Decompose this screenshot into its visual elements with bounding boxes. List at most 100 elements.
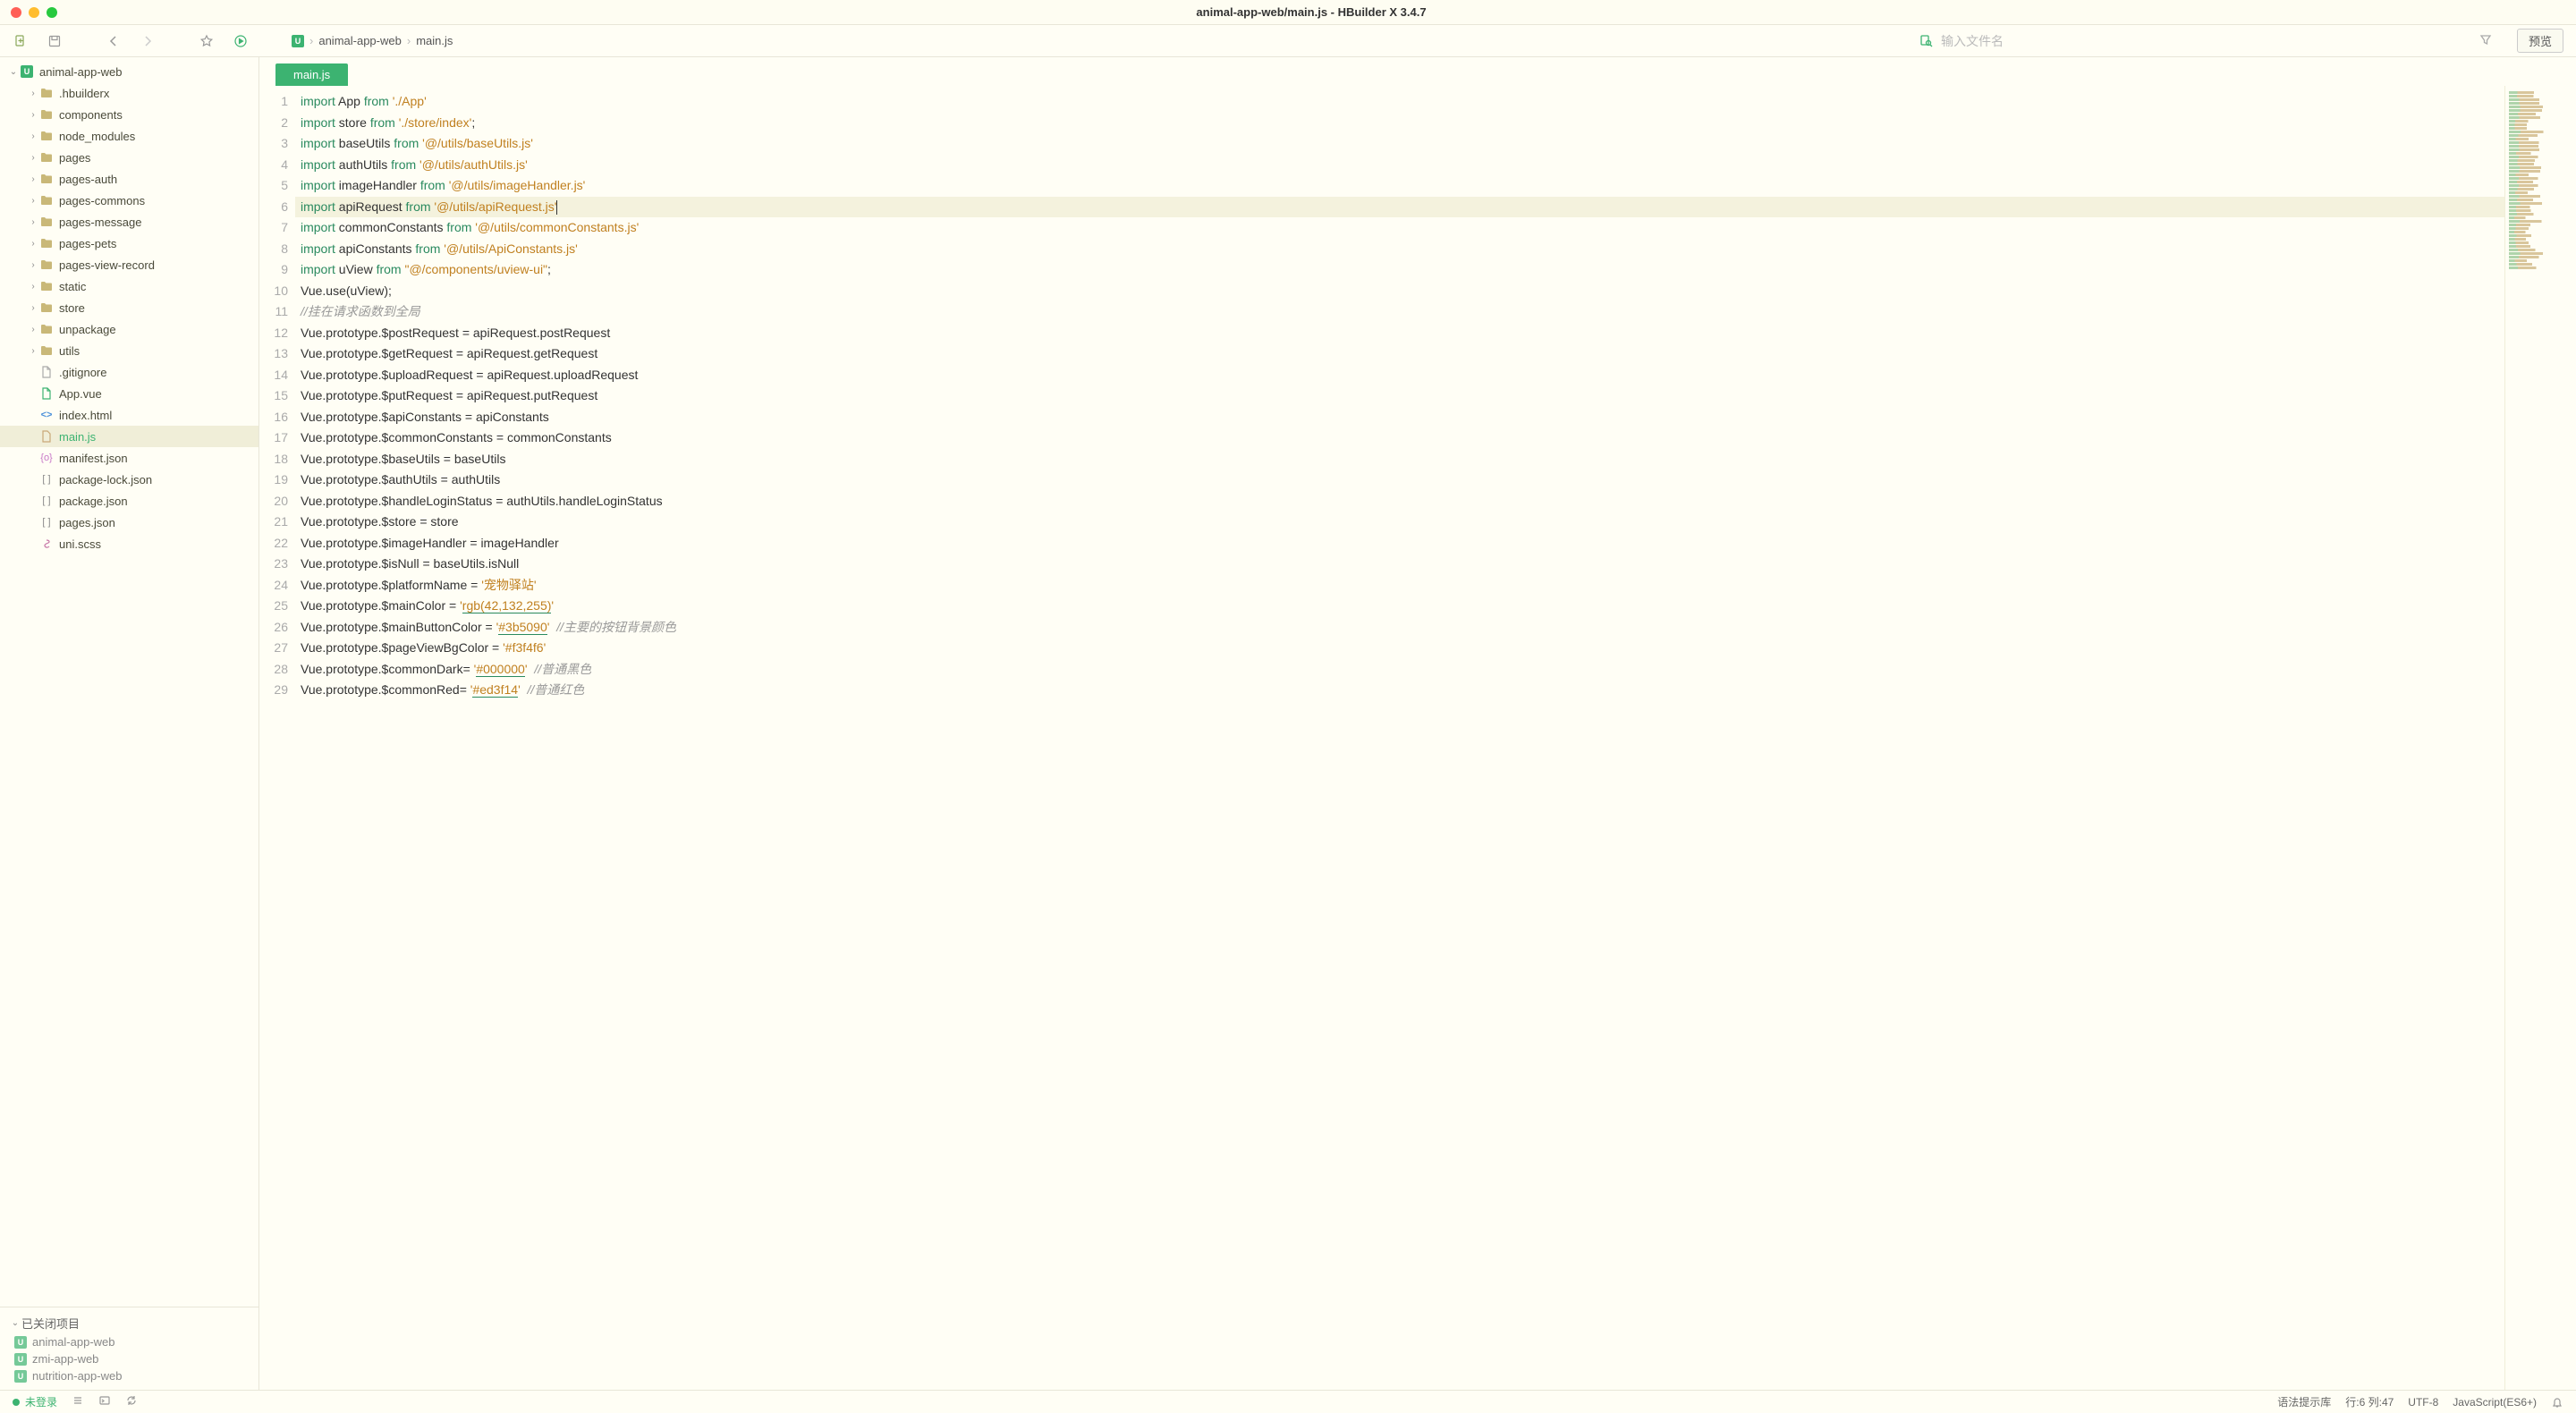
tree-file[interactable]: uni.scss bbox=[0, 533, 258, 554]
save-icon[interactable] bbox=[47, 33, 63, 49]
closed-project-item[interactable]: Unutrition-app-web bbox=[0, 1367, 258, 1384]
tree-folder[interactable]: ›pages-pets bbox=[0, 233, 258, 254]
code-line[interactable]: import authUtils from '@/utils/authUtils… bbox=[295, 155, 2504, 176]
login-status[interactable]: 未登录 bbox=[13, 1394, 57, 1409]
terminal-icon[interactable] bbox=[98, 1394, 111, 1409]
tree-folder[interactable]: ›utils bbox=[0, 340, 258, 361]
tree-file[interactable]: .gitignore bbox=[0, 361, 258, 383]
code-line[interactable]: Vue.prototype.$commonDark= '#000000' //普… bbox=[295, 659, 2504, 681]
code-line[interactable]: import store from './store/index'; bbox=[295, 113, 2504, 134]
window-title: animal-app-web/main.js - HBuilder X 3.4.… bbox=[57, 5, 2565, 19]
tree-folder[interactable]: ›components bbox=[0, 104, 258, 125]
bell-icon[interactable] bbox=[2551, 1396, 2563, 1409]
language-mode[interactable]: JavaScript(ES6+) bbox=[2453, 1396, 2537, 1409]
chevron-right-icon: › bbox=[27, 260, 39, 270]
list-icon[interactable] bbox=[72, 1394, 84, 1409]
code-line[interactable]: Vue.prototype.$uploadRequest = apiReques… bbox=[295, 365, 2504, 386]
chevron-right-icon: › bbox=[27, 196, 39, 206]
nav-back-icon[interactable] bbox=[106, 33, 122, 49]
code-line[interactable]: import apiRequest from '@/utils/apiReque… bbox=[295, 197, 2504, 218]
code-content[interactable]: import App from './App'import store from… bbox=[295, 86, 2504, 1390]
filter-icon[interactable] bbox=[2479, 33, 2492, 48]
code-line[interactable]: Vue.prototype.$platformName = '宠物驿站' bbox=[295, 575, 2504, 597]
code-line[interactable]: Vue.prototype.$handleLoginStatus = authU… bbox=[295, 491, 2504, 512]
file-icon bbox=[39, 537, 54, 550]
editor-area: main.js 12345678910111213141516171819202… bbox=[259, 57, 2576, 1390]
code-line[interactable]: import commonConstants from '@/utils/com… bbox=[295, 217, 2504, 239]
minimap[interactable] bbox=[2504, 86, 2576, 1390]
tab-main-js[interactable]: main.js bbox=[275, 63, 348, 86]
encoding[interactable]: UTF-8 bbox=[2408, 1396, 2438, 1409]
tree-file[interactable]: {o}manifest.json bbox=[0, 447, 258, 469]
closed-projects-header[interactable]: ⌄ 已关闭项目 bbox=[0, 1313, 258, 1333]
code-line[interactable]: Vue.prototype.$pageViewBgColor = '#f3f4f… bbox=[295, 638, 2504, 659]
syntax-hints[interactable]: 语法提示库 bbox=[2277, 1394, 2331, 1409]
file-icon: [ ] bbox=[39, 495, 54, 507]
project-icon: U bbox=[14, 1370, 27, 1383]
breadcrumb-project[interactable]: animal-app-web bbox=[318, 34, 402, 47]
code-line[interactable]: Vue.prototype.$baseUtils = baseUtils bbox=[295, 449, 2504, 470]
tree-file[interactable]: [ ]pages.json bbox=[0, 512, 258, 533]
closed-project-item[interactable]: Uzmi-app-web bbox=[0, 1350, 258, 1367]
folder-icon bbox=[39, 130, 54, 142]
folder-icon bbox=[39, 173, 54, 185]
toolbar: U › animal-app-web › main.js 预览 bbox=[0, 25, 2576, 57]
new-file-icon[interactable] bbox=[13, 33, 29, 49]
cursor-position[interactable]: 行:6 列:47 bbox=[2345, 1394, 2394, 1409]
tree-file[interactable]: main.js bbox=[0, 426, 258, 447]
code-line[interactable]: import uView from "@/components/uview-ui… bbox=[295, 259, 2504, 281]
close-window-button[interactable] bbox=[11, 7, 21, 18]
tree-file[interactable]: [ ]package-lock.json bbox=[0, 469, 258, 490]
project-icon: U bbox=[20, 65, 34, 78]
tree-folder[interactable]: ›node_modules bbox=[0, 125, 258, 147]
code-line[interactable]: Vue.prototype.$mainColor = 'rgb(42,132,2… bbox=[295, 596, 2504, 617]
code-line[interactable]: Vue.prototype.$mainButtonColor = '#3b509… bbox=[295, 617, 2504, 639]
code-line[interactable]: Vue.prototype.$apiConstants = apiConstan… bbox=[295, 407, 2504, 428]
tree-folder[interactable]: ›unpackage bbox=[0, 318, 258, 340]
code-line[interactable]: Vue.prototype.$commonRed= '#ed3f14' //普通… bbox=[295, 680, 2504, 701]
line-gutter: 1234567891011121314151617181920212223242… bbox=[259, 86, 295, 1390]
code-editor[interactable]: 1234567891011121314151617181920212223242… bbox=[259, 86, 2576, 1390]
folder-icon bbox=[39, 87, 54, 99]
minimize-window-button[interactable] bbox=[29, 7, 39, 18]
tree-folder[interactable]: ›pages-auth bbox=[0, 168, 258, 190]
run-icon[interactable] bbox=[233, 33, 249, 49]
breadcrumb-file[interactable]: main.js bbox=[416, 34, 453, 47]
code-line[interactable]: import imageHandler from '@/utils/imageH… bbox=[295, 175, 2504, 197]
search-input[interactable] bbox=[1941, 34, 2472, 48]
tree-file[interactable]: App.vue bbox=[0, 383, 258, 404]
tree-folder[interactable]: ›pages-view-record bbox=[0, 254, 258, 275]
code-line[interactable]: Vue.prototype.$isNull = baseUtils.isNull bbox=[295, 554, 2504, 575]
tree-folder[interactable]: ›pages-commons bbox=[0, 190, 258, 211]
code-line[interactable]: Vue.use(uView); bbox=[295, 281, 2504, 302]
tree-folder[interactable]: ›pages-message bbox=[0, 211, 258, 233]
code-line[interactable]: Vue.prototype.$postRequest = apiRequest.… bbox=[295, 323, 2504, 344]
file-icon: <> bbox=[39, 409, 54, 421]
tree-folder[interactable]: ›pages bbox=[0, 147, 258, 168]
code-line[interactable]: import baseUtils from '@/utils/baseUtils… bbox=[295, 133, 2504, 155]
maximize-window-button[interactable] bbox=[47, 7, 57, 18]
code-line[interactable]: import App from './App' bbox=[295, 91, 2504, 113]
code-line[interactable]: Vue.prototype.$commonConstants = commonC… bbox=[295, 427, 2504, 449]
code-line[interactable]: Vue.prototype.$authUtils = authUtils bbox=[295, 470, 2504, 491]
tree-file[interactable]: <>index.html bbox=[0, 404, 258, 426]
statusbar: 未登录 语法提示库 行:6 列:47 UTF-8 JavaScript(ES6+… bbox=[0, 1390, 2576, 1413]
tree-file[interactable]: [ ]package.json bbox=[0, 490, 258, 512]
file-tree: ⌄Uanimal-app-web›.hbuilderx›components›n… bbox=[0, 57, 258, 1307]
tree-folder[interactable]: ›static bbox=[0, 275, 258, 297]
star-icon[interactable] bbox=[199, 33, 215, 49]
chevron-right-icon: › bbox=[27, 325, 39, 334]
code-line[interactable]: Vue.prototype.$store = store bbox=[295, 512, 2504, 533]
tree-folder[interactable]: ›store bbox=[0, 297, 258, 318]
code-line[interactable]: Vue.prototype.$putRequest = apiRequest.p… bbox=[295, 385, 2504, 407]
closed-project-item[interactable]: Uanimal-app-web bbox=[0, 1333, 258, 1350]
tree-root[interactable]: ⌄Uanimal-app-web bbox=[0, 61, 258, 82]
code-line[interactable]: Vue.prototype.$getRequest = apiRequest.g… bbox=[295, 343, 2504, 365]
nav-forward-icon[interactable] bbox=[140, 33, 156, 49]
code-line[interactable]: import apiConstants from '@/utils/ApiCon… bbox=[295, 239, 2504, 260]
tree-folder[interactable]: ›.hbuilderx bbox=[0, 82, 258, 104]
sync-icon[interactable] bbox=[125, 1394, 138, 1409]
preview-button[interactable]: 预览 bbox=[2517, 29, 2563, 53]
code-line[interactable]: Vue.prototype.$imageHandler = imageHandl… bbox=[295, 533, 2504, 554]
code-line[interactable]: //挂在请求函数到全局 bbox=[295, 301, 2504, 323]
